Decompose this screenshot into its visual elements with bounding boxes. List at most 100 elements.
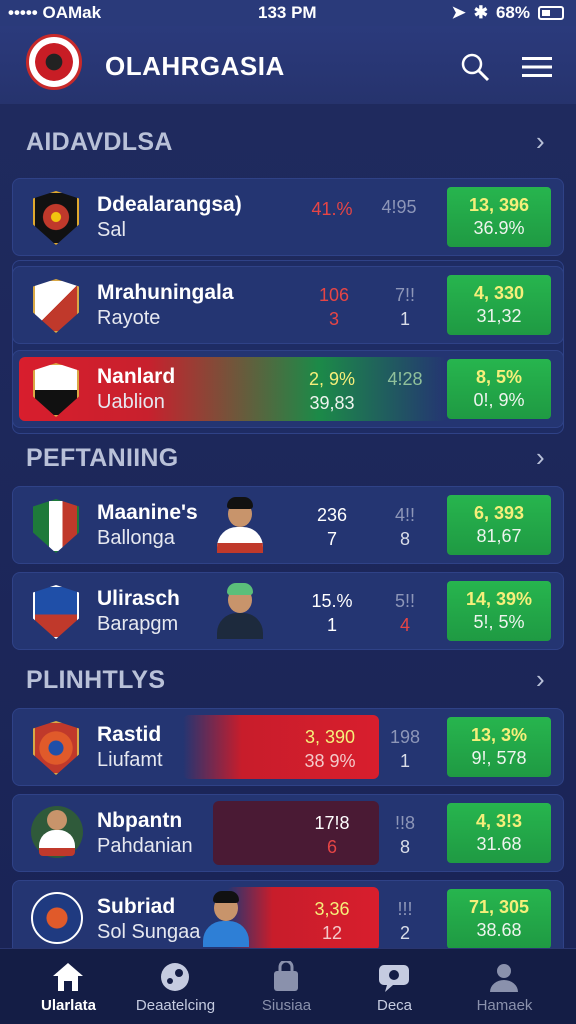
table-row-highlighted[interactable]: Nanlard Uablion 2, 9% 39,83 4!28 8, 5% 0…	[12, 350, 564, 428]
score-box[interactable]: 13, 396 36.9%	[447, 187, 551, 247]
score-box[interactable]: 14, 39% 5!, 5%	[447, 581, 551, 641]
menu-button[interactable]	[520, 50, 554, 84]
score-sub: 38.68	[476, 920, 522, 940]
team-name: Maanine's	[97, 501, 198, 524]
stat-secondary: 4!28	[387, 369, 423, 389]
club-crest-icon	[33, 279, 79, 333]
battery-icon	[538, 6, 564, 20]
team-subtitle: Uablion	[97, 391, 165, 413]
stat-primary: 106	[318, 285, 350, 305]
score-sub: 31.68	[476, 834, 522, 854]
nav-item-chat[interactable]: Deca	[337, 949, 452, 1024]
stat-primary-sub: 38 9%	[304, 751, 356, 771]
search-icon	[461, 53, 490, 82]
nav-item-home[interactable]: Ularlata	[11, 949, 126, 1024]
stat-secondary-sub: 4	[399, 615, 410, 635]
location-icon: ➤	[451, 3, 466, 22]
home-icon	[51, 961, 85, 993]
nav-item-shop[interactable]: Siusiaa	[229, 949, 344, 1024]
club-crest-icon	[33, 191, 79, 245]
stat-primary-sub: 12	[321, 923, 343, 943]
bottom-nav: Ularlata Deaatelcing Siusiaa Deca Hamaek	[0, 948, 576, 1024]
stat-primary-sub: 39,83	[309, 393, 355, 413]
nav-item-matches[interactable]: Deaatelcing	[118, 949, 233, 1024]
team-subtitle: Barapgm	[97, 613, 179, 635]
stat-secondary-sub: 2	[399, 923, 410, 943]
player-avatar	[215, 583, 265, 639]
score-main: 4, 330	[473, 283, 525, 303]
stat-primary-sub: 3	[328, 309, 339, 329]
chevron-right-icon[interactable]: ›	[536, 442, 545, 473]
table-row[interactable]: Nbpantn Pahdanian 17!8 6 !!8 8 4, 3!3 31…	[12, 794, 564, 872]
stat-secondary: 4!95	[381, 197, 417, 217]
score-box[interactable]: 71, 305 38.68	[447, 889, 551, 949]
stat-secondary: 5!!	[394, 591, 415, 611]
score-box[interactable]: 4, 3!3 31.68	[447, 803, 551, 863]
row-highlight-bar	[19, 357, 447, 421]
stat-primary: 17!8	[314, 813, 350, 833]
score-box[interactable]: 8, 5% 0!, 9%	[447, 359, 551, 419]
score-sub: 5!, 5%	[473, 612, 525, 632]
content-area[interactable]: AIDAVDLSA › Ddealarangsa) Sal 41.% 4!95 …	[0, 104, 576, 958]
clock: 133 PM	[258, 3, 317, 22]
team-name: Subriad	[97, 895, 176, 918]
score-main: 8, 5%	[475, 367, 523, 387]
team-name: Mrahuningala	[97, 281, 234, 304]
club-crest-icon	[33, 585, 79, 639]
player-avatar	[215, 497, 265, 553]
score-box[interactable]: 6, 393 81,67	[447, 495, 551, 555]
score-sub: 0!, 9%	[473, 390, 525, 410]
team-name: Ulirasch	[97, 587, 180, 610]
status-icons: ➤ ✱ 68%	[451, 3, 564, 23]
search-button[interactable]	[458, 50, 492, 84]
stat-secondary: !!!	[397, 899, 413, 919]
score-box[interactable]: 4, 330 31,32	[447, 275, 551, 335]
team-subtitle: Sol Sungaa	[97, 921, 201, 943]
table-row[interactable]: Rastid Liufamt 3, 390 38 9% 198 1 13, 3%…	[12, 708, 564, 786]
app-header: OLAHRGASIA	[0, 26, 576, 104]
status-bar: ••••• OAMak 133 PM ➤ ✱ 68%	[0, 0, 576, 26]
nav-item-profile[interactable]: Hamaek	[447, 949, 562, 1024]
stat-primary: 3, 390	[304, 727, 356, 747]
table-row[interactable]: Subriad Sol Sungaa 3,36 12 !!! 2 71, 305…	[12, 880, 564, 958]
stat-secondary-sub: 1	[399, 751, 410, 771]
nav-label: Deaatelcing	[135, 997, 216, 1014]
stat-secondary: 4!!	[394, 505, 415, 525]
table-row[interactable]: Mrahuningala Rayote 106 3 7!! 1 4, 330 3…	[12, 266, 564, 344]
score-main: 14, 39%	[465, 589, 533, 609]
stat-primary: 3,36	[314, 899, 350, 919]
bag-icon	[269, 959, 303, 993]
score-sub: 31,32	[476, 306, 522, 326]
stat-primary: 15.%	[311, 591, 353, 611]
stat-primary-sub: 6	[326, 837, 337, 857]
team-subtitle: Sal	[97, 219, 126, 241]
carrier-label: ••••• OAMak	[8, 3, 102, 22]
score-main: 13, 396	[468, 195, 530, 215]
table-row[interactable]: Ulirasch Barapgm 15.% 1 5!! 4 14, 39% 5!…	[12, 572, 564, 650]
ball-icon	[158, 961, 192, 993]
section-title-2: PEFTANIING	[26, 444, 179, 472]
team-subtitle: Pahdanian	[97, 835, 193, 857]
score-sub: 81,67	[476, 526, 522, 546]
score-main: 6, 393	[473, 503, 525, 523]
score-box[interactable]: 13, 3% 9!, 578	[447, 717, 551, 777]
club-crest-icon	[33, 499, 79, 553]
team-subtitle: Liufamt	[97, 749, 163, 771]
club-crest-icon	[31, 892, 83, 944]
player-avatar	[201, 891, 251, 947]
chevron-right-icon[interactable]: ›	[536, 664, 545, 695]
chevron-right-icon[interactable]: ›	[536, 126, 545, 157]
bluetooth-icon: ✱	[473, 3, 488, 22]
stat-secondary: 7!!	[394, 285, 415, 305]
score-sub: 36.9%	[473, 218, 525, 238]
battery-percent: 68%	[495, 3, 530, 22]
team-subtitle: Rayote	[97, 307, 161, 329]
club-crest-icon	[33, 721, 79, 775]
table-row[interactable]: Maanine's Ballonga 236 7 4!! 8 6, 393 81…	[12, 486, 564, 564]
table-row[interactable]: Ddealarangsa) Sal 41.% 4!95 13, 396 36.9…	[12, 178, 564, 256]
score-main: 4, 3!3	[475, 811, 523, 831]
club-logo[interactable]	[26, 34, 82, 90]
stat-secondary: !!8	[394, 813, 415, 833]
hamburger-icon	[522, 57, 552, 77]
section-title-1: AIDAVDLSA	[26, 128, 173, 156]
